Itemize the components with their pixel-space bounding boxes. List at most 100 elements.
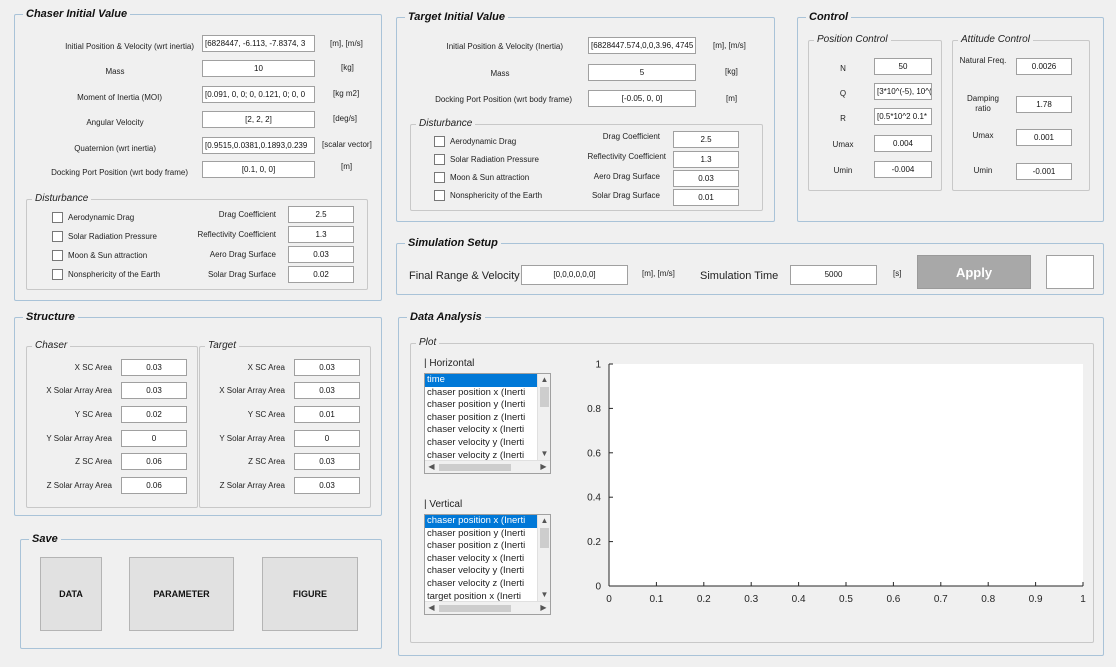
list-item[interactable]: chaser velocity y (Inerti (425, 437, 540, 450)
save-data-button[interactable]: DATA (40, 557, 102, 631)
chaser-x-solar-array-field[interactable]: 0.03 (121, 382, 187, 399)
x-tick-label: 1 (1080, 594, 1086, 605)
chaser-drag-coefficient-field[interactable]: 2.5 (288, 206, 354, 223)
pc-n-field[interactable]: 50 (874, 58, 932, 75)
chaser-aero-drag-surface-field[interactable]: 0.03 (288, 246, 354, 263)
chaser-mass-field[interactable]: 10 (202, 60, 315, 77)
chaser-moon-sun-checkbox[interactable]: Moon & Sun attraction (52, 250, 147, 261)
list-item[interactable]: chaser position x (Inerti (425, 387, 540, 400)
target-aero-drag-checkbox[interactable]: Aerodynamic Drag (434, 136, 516, 147)
list-item[interactable]: chaser velocity x (Inerti (425, 424, 540, 437)
scroll-thumb[interactable] (540, 528, 549, 548)
target-srp-checkbox[interactable]: Solar Radiation Pressure (434, 154, 539, 165)
scroll-down-icon[interactable]: ▼ (538, 449, 550, 459)
checkbox-box[interactable] (52, 212, 63, 223)
checkbox-box[interactable] (52, 250, 63, 261)
chaser-srp-checkbox[interactable]: Solar Radiation Pressure (52, 231, 157, 242)
chaser-reflectivity-field[interactable]: 1.3 (288, 226, 354, 243)
simulation-status-field[interactable] (1046, 255, 1094, 289)
scroll-right-icon[interactable]: ▶ (537, 603, 550, 613)
save-parameter-button[interactable]: PARAMETER (129, 557, 234, 631)
horizontal-scrollbar[interactable]: ◀ ▶ (425, 601, 550, 614)
ac-umax-field[interactable]: 0.001 (1016, 129, 1072, 146)
scroll-down-icon[interactable]: ▼ (538, 590, 550, 600)
target-mass-field[interactable]: 5 (588, 64, 696, 81)
chaser-docking-port-field[interactable]: [0.1, 0, 0] (202, 161, 315, 178)
chaser-aero-drag-checkbox[interactable]: Aerodynamic Drag (52, 212, 134, 223)
target-moon-sun-checkbox[interactable]: Moon & Sun attraction (434, 172, 529, 183)
simulation-time-field[interactable]: 5000 (790, 265, 877, 285)
target-x-sc-area-field[interactable]: 0.03 (294, 359, 360, 376)
chaser-angular-velocity-field[interactable]: [2, 2, 2] (202, 111, 315, 128)
chaser-y-solar-array-field[interactable]: 0 (121, 430, 187, 447)
chaser-quaternion-field[interactable]: [0.9515,0.0381,0.1893,0.239 (202, 137, 315, 154)
target-initial-pos-vel-field[interactable]: [6828447.574,0,0,3.96, 4745 (588, 37, 696, 54)
checkbox-box[interactable] (434, 136, 445, 147)
checkbox-label: Solar Radiation Pressure (450, 155, 539, 164)
checkbox-box[interactable] (52, 231, 63, 242)
st-label-0: X SC Area (247, 363, 285, 372)
list-item[interactable]: chaser velocity y (Inerti (425, 565, 540, 578)
target-docking-port-field[interactable]: [-0.05, 0, 0] (588, 90, 696, 107)
list-item[interactable]: chaser position y (Inerti (425, 399, 540, 412)
pc-q-field[interactable]: [3*10^(-5), 10^( (874, 83, 932, 100)
horizontal-scrollbar[interactable]: ◀ ▶ (425, 460, 550, 473)
target-y-sc-area-field[interactable]: 0.01 (294, 406, 360, 423)
scroll-left-icon[interactable]: ◀ (425, 462, 438, 472)
vertical-scrollbar[interactable]: ▲ ▼ (537, 515, 550, 601)
list-item[interactable]: chaser position z (Inerti (425, 540, 540, 553)
list-item[interactable]: chaser position z (Inerti (425, 412, 540, 425)
pc-r-field[interactable]: [0.5*10^2 0.1* (874, 108, 932, 125)
scroll-right-icon[interactable]: ▶ (537, 462, 550, 472)
checkbox-box[interactable] (434, 172, 445, 183)
target-aero-drag-surface-field[interactable]: 0.03 (673, 170, 739, 187)
target-nonsphericity-checkbox[interactable]: Nonsphericity of the Earth (434, 190, 542, 201)
target-drag-coefficient-field[interactable]: 2.5 (673, 131, 739, 148)
list-item[interactable]: chaser velocity x (Inerti (425, 553, 540, 566)
list-item[interactable]: chaser velocity z (Inerti (425, 578, 540, 591)
target-x-solar-array-field[interactable]: 0.03 (294, 382, 360, 399)
chaser-solar-drag-surface-field[interactable]: 0.02 (288, 266, 354, 283)
list-item[interactable]: chaser position y (Inerti (425, 528, 540, 541)
ac-natural-freq-field[interactable]: 0.0026 (1016, 58, 1072, 75)
x-tick-label: 0 (606, 594, 612, 605)
horizontal-listbox[interactable]: time chaser position x (Inerti chaser po… (424, 373, 551, 474)
y-tick-label: 0 (595, 582, 601, 593)
chaser-initial-pos-vel-field[interactable]: [6828447, -6.113, -7.8374, 3 (202, 35, 315, 52)
apply-button[interactable]: Apply (917, 255, 1031, 289)
chaser-x-sc-area-field[interactable]: 0.03 (121, 359, 187, 376)
chaser-moi-field[interactable]: [0.091, 0, 0; 0, 0.121, 0; 0, 0 (202, 86, 315, 103)
list-item[interactable]: time (425, 374, 540, 387)
scroll-left-icon[interactable]: ◀ (425, 603, 438, 613)
vertical-scrollbar[interactable]: ▲ ▼ (537, 374, 550, 460)
scroll-thumb[interactable] (439, 605, 511, 612)
checkbox-box[interactable] (434, 190, 445, 201)
chaser-label-1: Mass (105, 67, 125, 76)
scroll-up-icon[interactable]: ▲ (538, 516, 550, 526)
target-z-solar-array-field[interactable]: 0.03 (294, 477, 360, 494)
structure-target-title: Target (205, 340, 239, 351)
ac-umin-field[interactable]: -0.001 (1016, 163, 1072, 180)
final-range-velocity-field[interactable]: [0,0,0,0,0,0] (521, 265, 628, 285)
list-item[interactable]: chaser position x (Inerti (425, 515, 540, 528)
target-reflectivity-field[interactable]: 1.3 (673, 151, 739, 168)
target-z-sc-area-field[interactable]: 0.03 (294, 453, 360, 470)
scroll-thumb[interactable] (540, 387, 549, 407)
vertical-listbox[interactable]: chaser position x (Inerti chaser positio… (424, 514, 551, 615)
target-solar-drag-surface-field[interactable]: 0.01 (673, 189, 739, 206)
target-y-solar-array-field[interactable]: 0 (294, 430, 360, 447)
checkbox-box[interactable] (52, 269, 63, 280)
chaser-y-sc-area-field[interactable]: 0.02 (121, 406, 187, 423)
ac-damping-ratio-field[interactable]: 1.78 (1016, 96, 1072, 113)
chaser-z-solar-array-field[interactable]: 0.06 (121, 477, 187, 494)
scroll-up-icon[interactable]: ▲ (538, 375, 550, 385)
chaser-z-sc-area-field[interactable]: 0.06 (121, 453, 187, 470)
target-initial-value-title: Target Initial Value (405, 11, 508, 23)
checkbox-box[interactable] (434, 154, 445, 165)
chaser-nonsphericity-checkbox[interactable]: Nonsphericity of the Earth (52, 269, 160, 280)
pc-umax-field[interactable]: 0.004 (874, 135, 932, 152)
save-figure-button[interactable]: FIGURE (262, 557, 358, 631)
scroll-thumb[interactable] (439, 464, 511, 471)
pc-umin-field[interactable]: -0.004 (874, 161, 932, 178)
plot-axes[interactable]: 0 0.1 0.2 0.3 0.4 0.5 0.6 0.7 0.8 0.9 1 0 0.2 0.4 0.6 0… (560, 350, 1090, 610)
